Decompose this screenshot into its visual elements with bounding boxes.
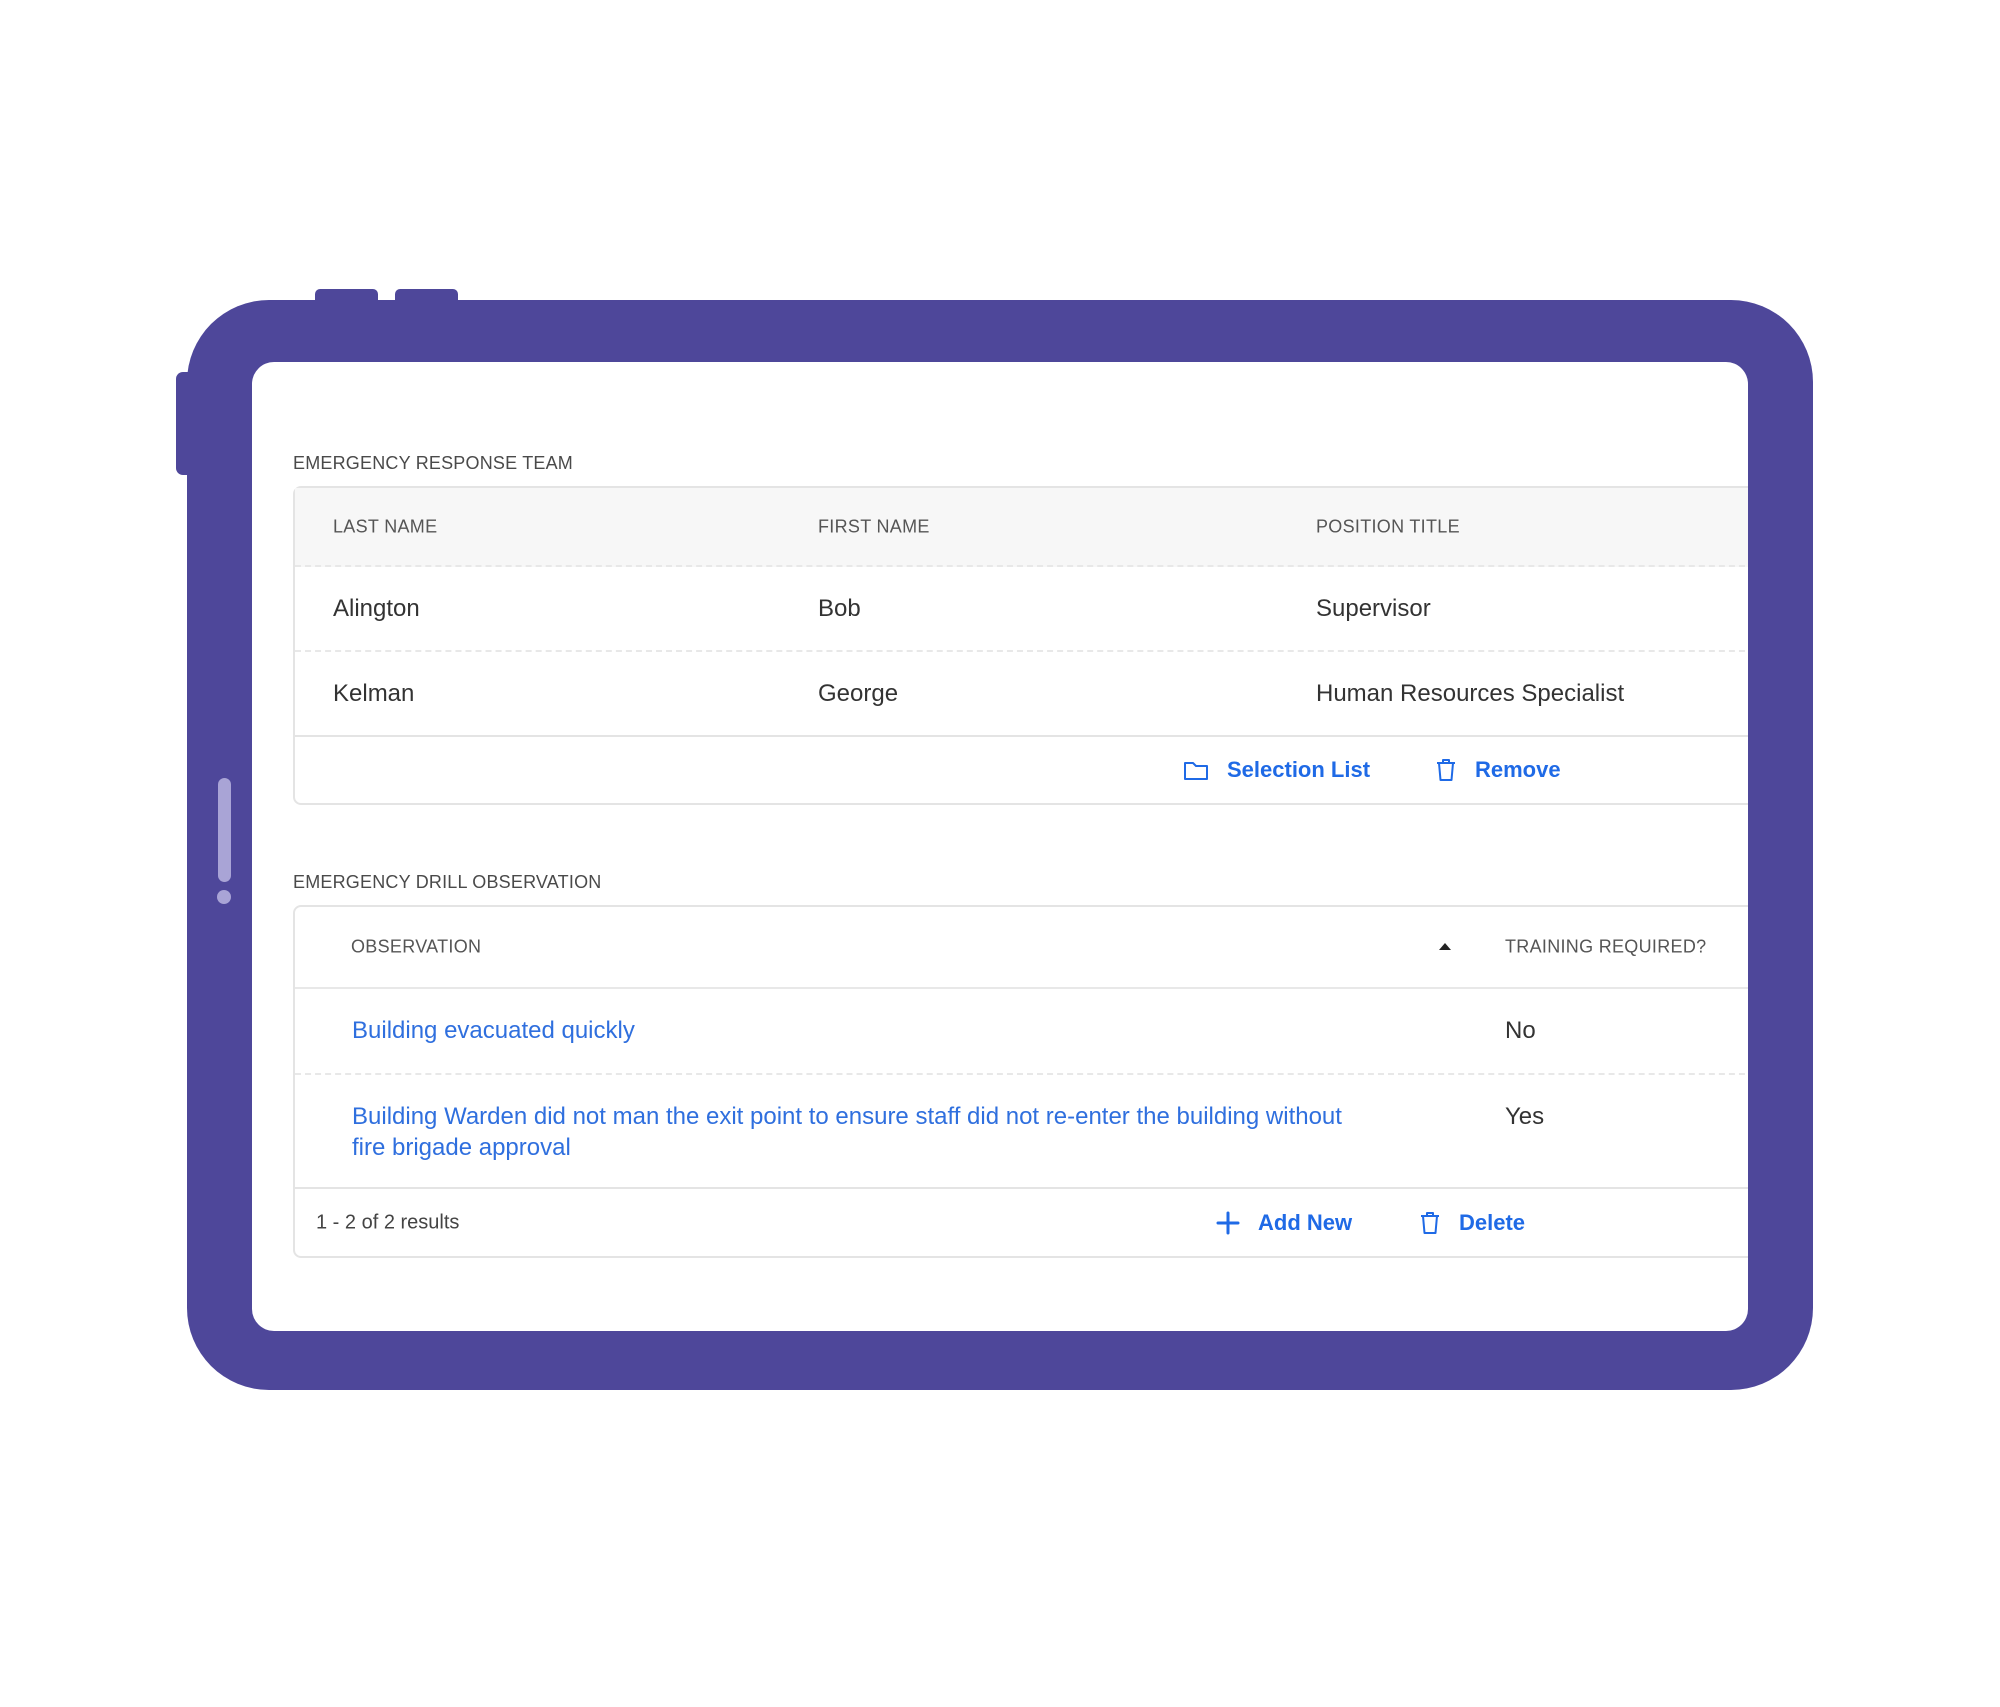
folder-icon	[1183, 759, 1209, 781]
results-count: 1 - 2 of 2 results	[316, 1211, 460, 1233]
trash-icon	[1435, 758, 1457, 782]
add-new-label: Add New	[1258, 1209, 1353, 1235]
cell-first-name: George	[818, 679, 899, 707]
table-row[interactable]: Building evacuated quickly No	[295, 989, 1748, 1075]
table-footer: 1 - 2 of 2 results Add New Delete	[295, 1189, 1748, 1256]
table-row[interactable]: Kelman George Human Resources Specialist	[295, 652, 1748, 737]
tablet-home-slot	[218, 778, 231, 882]
selection-list-label: Selection List	[1227, 757, 1371, 782]
table-header-row: LAST NAME FIRST NAME POSITION TITLE	[295, 488, 1748, 567]
tablet-camera	[217, 890, 231, 904]
table-footer: Selection List Remove	[295, 737, 1748, 803]
cell-position-title: Supervisor	[1316, 594, 1431, 622]
observation-text-line: Building Warden did not man the exit poi…	[352, 1103, 1342, 1130]
cell-last-name: Kelman	[333, 679, 415, 707]
section-title-drill-observation: EMERGENCY DRILL OBSERVATION	[293, 872, 602, 892]
delete-button[interactable]: Delete	[1419, 1210, 1525, 1236]
column-header-training-required[interactable]: TRAINING REQUIRED?	[1505, 937, 1706, 958]
section-title-response-team: EMERGENCY RESPONSE TEAM	[293, 453, 573, 473]
tablet-screen: EMERGENCY RESPONSE TEAM LAST NAME FIRST …	[252, 362, 1748, 1331]
column-header-first-name[interactable]: FIRST NAME	[818, 516, 930, 537]
cell-position-title: Human Resources Specialist	[1316, 679, 1625, 707]
table-header-row: OBSERVATION TRAINING REQUIRED?	[295, 907, 1748, 989]
cell-training-required: Yes	[1505, 1103, 1545, 1130]
table-row[interactable]: Building Warden did not man the exit poi…	[295, 1075, 1748, 1189]
remove-label: Remove	[1475, 757, 1561, 782]
add-new-button[interactable]: Add New	[1216, 1210, 1352, 1236]
response-team-table: LAST NAME FIRST NAME POSITION TITLE Alin…	[293, 486, 1748, 805]
observation-link[interactable]: Building evacuated quickly	[352, 1017, 635, 1045]
observation-link[interactable]: Building Warden did not man the exit poi…	[352, 1101, 1342, 1163]
column-header-last-name[interactable]: LAST NAME	[333, 516, 437, 537]
drill-observation-table: OBSERVATION TRAINING REQUIRED? Building …	[293, 905, 1748, 1258]
trash-icon	[1419, 1211, 1441, 1235]
delete-label: Delete	[1459, 1209, 1526, 1235]
column-header-position-title[interactable]: POSITION TITLE	[1316, 516, 1460, 537]
table-row[interactable]: Alington Bob Supervisor	[295, 567, 1748, 652]
cell-first-name: Bob	[818, 594, 861, 622]
plus-icon	[1216, 1211, 1240, 1235]
cell-training-required: No	[1505, 1017, 1536, 1044]
sort-asc-icon[interactable]	[1438, 938, 1452, 956]
observation-text-line: fire brigade approval	[352, 1134, 571, 1161]
column-header-observation[interactable]: OBSERVATION	[351, 937, 481, 958]
cell-last-name: Alington	[333, 594, 420, 622]
selection-list-button[interactable]: Selection List	[1183, 757, 1370, 783]
remove-button[interactable]: Remove	[1435, 757, 1561, 783]
